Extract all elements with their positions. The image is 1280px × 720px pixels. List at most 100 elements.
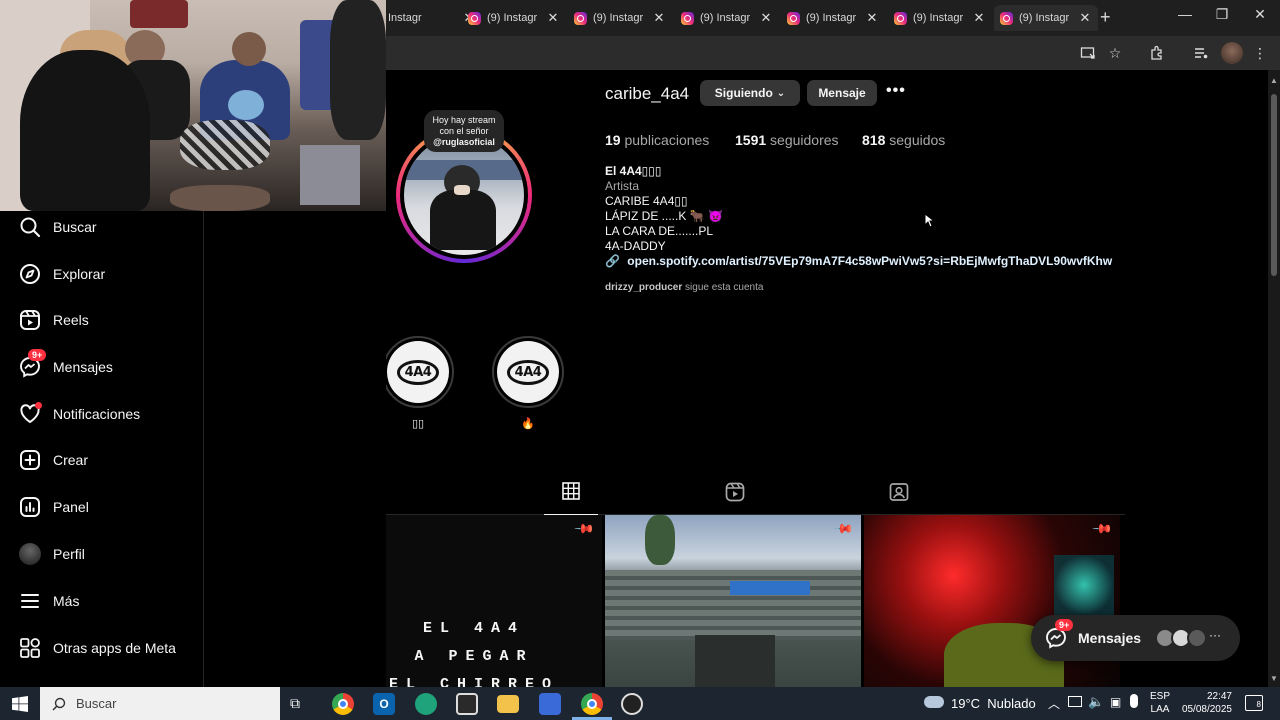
tray-chevron-icon[interactable]: ︿ bbox=[1048, 695, 1060, 712]
weather-icon[interactable] bbox=[924, 696, 944, 708]
posts-label: publicaciones bbox=[624, 132, 710, 148]
sidebar-item-otras-apps[interactable]: Otras apps de Meta bbox=[18, 633, 176, 663]
page-scrollbar[interactable]: ▲ ▼ bbox=[1268, 70, 1280, 687]
browser-menu-icon[interactable]: ⋮ bbox=[1251, 44, 1269, 62]
bookmark-star-icon[interactable]: ☆ bbox=[1106, 44, 1124, 62]
pin-icon: 📌 bbox=[573, 517, 596, 540]
message-button[interactable]: Mensaje bbox=[807, 80, 877, 106]
highlight-logo: 4A4 bbox=[396, 359, 440, 385]
posts-stat[interactable]: 19 publicaciones bbox=[605, 132, 709, 148]
new-tab-icon[interactable]: + bbox=[1100, 7, 1111, 28]
bio-link[interactable]: 🔗 open.spotify.com/artist/75VEp79mA7F4c5… bbox=[605, 254, 1112, 268]
chrome-icon[interactable] bbox=[332, 693, 354, 715]
post-text: EL CHIRREO bbox=[388, 676, 559, 687]
scroll-down-icon[interactable]: ▼ bbox=[1270, 674, 1278, 683]
chrome-icon[interactable] bbox=[581, 693, 603, 715]
tab-tagged[interactable] bbox=[872, 482, 926, 515]
volume-icon[interactable]: 🔈 bbox=[1088, 694, 1104, 710]
following-button[interactable]: Siguiendo ⌄ bbox=[700, 80, 800, 106]
scrollbar-thumb[interactable] bbox=[1271, 94, 1277, 276]
tab-reels[interactable] bbox=[708, 482, 762, 515]
sidebar-item-perfil[interactable]: Perfil bbox=[18, 539, 85, 569]
sidebar-item-buscar[interactable]: Buscar bbox=[18, 212, 97, 242]
sidebar-item-notificaciones[interactable]: Notificaciones bbox=[18, 399, 140, 429]
browser-tab[interactable]: (9) Instagr ✕ bbox=[888, 5, 992, 31]
close-tab-icon[interactable]: ✕ bbox=[1078, 10, 1092, 26]
install-app-icon[interactable] bbox=[1079, 44, 1097, 62]
close-tab-icon[interactable]: ✕ bbox=[759, 10, 773, 26]
link-icon: 🔗 bbox=[605, 254, 620, 268]
highlight[interactable]: 4A4 ▯▯ bbox=[386, 336, 456, 436]
maximize-icon[interactable]: ❐ bbox=[1207, 6, 1237, 23]
avatar bbox=[1187, 628, 1207, 648]
heart-icon bbox=[18, 402, 42, 426]
sidebar-item-mensajes[interactable]: 9+ Mensajes bbox=[18, 349, 113, 382]
sidebar-item-mas[interactable]: Más bbox=[18, 586, 79, 616]
store-icon[interactable] bbox=[456, 693, 478, 715]
sidebar-item-label: Mensajes bbox=[53, 359, 113, 375]
following-stat[interactable]: 818 seguidos bbox=[862, 132, 945, 148]
language-indicator[interactable]: ESP LAA bbox=[1150, 690, 1170, 716]
sidebar-item-explorar[interactable]: Explorar bbox=[18, 259, 105, 289]
scroll-up-icon[interactable]: ▲ bbox=[1270, 76, 1278, 85]
sidebar-item-label: Panel bbox=[53, 499, 89, 515]
note-text: con el señor bbox=[439, 126, 489, 136]
taskbar-search-placeholder: Buscar bbox=[76, 696, 117, 711]
browser-tab[interactable]: (9) Instagr ✕ bbox=[781, 5, 885, 31]
file-explorer-icon[interactable] bbox=[497, 695, 519, 713]
sidebar-item-panel[interactable]: Panel bbox=[18, 492, 89, 522]
app-icon[interactable] bbox=[539, 693, 561, 715]
notification-badge: 9+ bbox=[1055, 619, 1074, 631]
post-tile[interactable]: 📌 bbox=[864, 515, 1120, 687]
browser-tab-active[interactable]: (9) Instagr ✕ bbox=[994, 5, 1098, 31]
highlight[interactable]: 4A4 🔥 bbox=[490, 336, 566, 436]
tab-posts[interactable] bbox=[544, 482, 598, 515]
search-icon bbox=[52, 697, 66, 711]
followers-count: 1591 bbox=[735, 132, 767, 148]
note-bubble[interactable]: Hoy hay stream con el señor @ruglasofici… bbox=[424, 110, 504, 152]
clock-date: 05/08/2025 bbox=[1181, 704, 1232, 715]
bio-line: LA CARA DE.......PL bbox=[605, 224, 714, 238]
network-icon[interactable] bbox=[1068, 696, 1082, 707]
taskbar-search[interactable]: Buscar bbox=[40, 687, 280, 720]
sidebar-item-label: Perfil bbox=[53, 546, 85, 562]
messages-pill[interactable]: 9+ Mensajes ··· bbox=[1031, 615, 1240, 661]
post-tile[interactable]: 📌 bbox=[605, 515, 861, 687]
close-tab-icon[interactable]: ✕ bbox=[865, 10, 879, 26]
more-options-icon[interactable]: ••• bbox=[886, 82, 906, 100]
tab-title: (9) Instagr bbox=[1019, 12, 1070, 24]
close-window-icon[interactable]: ✕ bbox=[1245, 6, 1275, 23]
weather-text[interactable]: 19°C Nublado bbox=[951, 696, 1036, 711]
notification-center-icon[interactable]: 8 bbox=[1245, 695, 1263, 711]
meet-icon[interactable]: ▣ bbox=[1110, 695, 1121, 709]
mic-icon[interactable] bbox=[1130, 694, 1138, 708]
grid-icon bbox=[562, 482, 580, 500]
followed-by-user: drizzy_producer bbox=[605, 282, 683, 293]
post-text: EL 4A4 bbox=[422, 620, 525, 637]
windows-start-icon[interactable] bbox=[12, 696, 28, 712]
clock[interactable]: 22:47 05/08/2025 bbox=[1178, 690, 1232, 716]
windows-taskbar: Buscar ⧉ O 19°C Nublado ︿ 🔈 ▣ ESP LAA 22… bbox=[0, 687, 1280, 720]
avatar[interactable] bbox=[1221, 42, 1243, 64]
minimize-icon[interactable]: — bbox=[1170, 6, 1200, 22]
app-icon[interactable] bbox=[415, 693, 437, 715]
close-tab-icon[interactable]: ✕ bbox=[972, 10, 986, 26]
mouse-cursor bbox=[924, 212, 936, 233]
task-view-icon[interactable]: ⧉ bbox=[290, 695, 300, 712]
close-tab-icon[interactable]: ✕ bbox=[652, 10, 666, 26]
close-tab-icon[interactable]: ✕ bbox=[546, 10, 560, 26]
followers-stat[interactable]: 1591 seguidores bbox=[735, 132, 839, 148]
outlook-icon[interactable]: O bbox=[373, 693, 395, 715]
extensions-icon[interactable] bbox=[1148, 44, 1166, 62]
browser-tab[interactable]: (9) Instagr ✕ bbox=[675, 5, 779, 31]
post-tile[interactable]: 📌 EL 4A4 A PEGAR EL CHIRREO bbox=[386, 515, 602, 687]
browser-tab[interactable]: (9) Instagr ✕ bbox=[462, 5, 566, 31]
followed-by-text: sigue esta cuenta bbox=[685, 282, 764, 293]
sidebar-item-crear[interactable]: Crear bbox=[18, 445, 88, 475]
browser-tab[interactable]: (9) Instagr ✕ bbox=[568, 5, 672, 31]
sidebar-item-reels[interactable]: Reels bbox=[18, 305, 89, 335]
search-icon bbox=[18, 215, 42, 239]
followed-by[interactable]: drizzy_producer sigue esta cuenta bbox=[605, 282, 763, 293]
obs-icon[interactable] bbox=[621, 693, 643, 715]
media-control-icon[interactable] bbox=[1192, 44, 1210, 62]
